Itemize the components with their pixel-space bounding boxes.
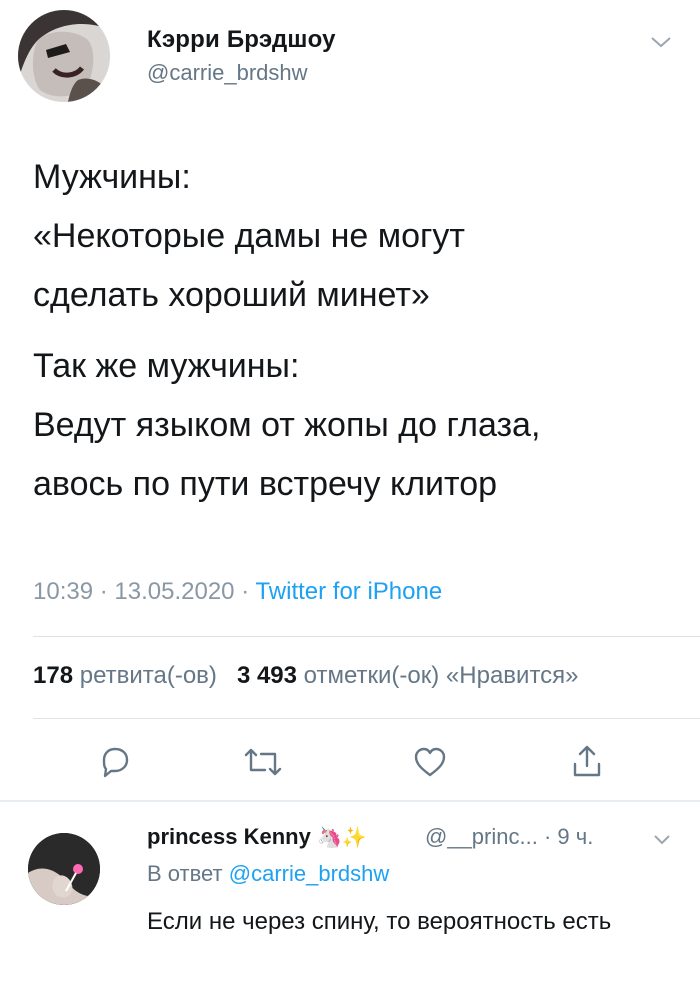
- tweet-line: Так же мужчины:: [33, 347, 300, 385]
- tweet-line: Ведут языком от жопы до глаза,: [33, 406, 541, 444]
- tweet-time: 10:39: [33, 578, 94, 605]
- meta-separator: ·: [241, 578, 256, 605]
- main-tweet: Кэрри Брэдшоу @carrie_brdshw Мужчины: «Н…: [0, 0, 700, 800]
- tweet-paragraph: Так же мужчины: Ведут языком от жопы до …: [33, 337, 673, 514]
- like-button[interactable]: [406, 738, 454, 786]
- author-handle[interactable]: @carrie_brdshw: [147, 60, 308, 86]
- tweet-line: сделать хороший минет»: [33, 276, 430, 314]
- chevron-down-icon[interactable]: [653, 834, 671, 846]
- retweet-icon: [244, 748, 282, 776]
- reply-avatar[interactable]: [28, 833, 100, 905]
- in-reply-to: В ответ @carrie_brdshw: [147, 861, 389, 887]
- tweet-meta: 10:39 · 13.05.2020 · Twitter for iPhone: [33, 578, 442, 606]
- meta-separator: ·: [543, 824, 558, 849]
- in-reply-label: В ответ: [147, 861, 223, 886]
- likes-count[interactable]: 3 493: [237, 662, 297, 689]
- reply-tweet[interactable]: princess Kenny 🦄✨ @__princ... · 9 ч. В о…: [0, 802, 700, 987]
- reply-author-handle[interactable]: @__princ...: [425, 824, 538, 849]
- retweets-label[interactable]: ретвита(-ов): [80, 662, 217, 689]
- reply-time: 9 ч.: [557, 824, 594, 849]
- share-button[interactable]: [563, 738, 611, 786]
- tweet-line: авось по пути встречу клитор: [33, 465, 498, 503]
- reply-author-name-text: princess Kenny: [147, 824, 311, 849]
- retweets-count[interactable]: 178: [33, 662, 73, 689]
- author-name[interactable]: Кэрри Брэдшоу: [147, 26, 336, 54]
- likes-label[interactable]: отметки(-ок) «Нравится»: [304, 662, 579, 689]
- reply-author-emoji: 🦄✨: [316, 827, 367, 849]
- author-avatar[interactable]: [18, 10, 110, 102]
- tweet-line: Мужчины:: [33, 158, 191, 196]
- tweet-line: «Некоторые дамы не могут: [33, 217, 465, 255]
- tweet-date: 13.05.2020: [114, 578, 235, 605]
- chevron-down-icon[interactable]: [650, 34, 672, 50]
- tweet-stats: 178 ретвита(-ов) 3 493 отметки(-ок) «Нра…: [33, 662, 579, 690]
- action-bar: [0, 738, 700, 788]
- meta-separator: ·: [99, 578, 115, 605]
- reply-button[interactable]: [91, 738, 139, 786]
- reply-icon: [102, 747, 129, 778]
- in-reply-handle-link[interactable]: @carrie_brdshw: [229, 861, 390, 886]
- tweet-source-link[interactable]: Twitter for iPhone: [255, 578, 442, 605]
- retweet-button[interactable]: [239, 738, 287, 786]
- tweet-text: Мужчины: «Некоторые дамы не могут сделат…: [33, 148, 673, 514]
- like-icon: [414, 747, 446, 777]
- tweet-paragraph: Мужчины: «Некоторые дамы не могут сделат…: [33, 148, 673, 325]
- divider: [33, 718, 700, 719]
- reply-author-name[interactable]: princess Kenny 🦄✨: [147, 824, 367, 850]
- reply-text: Если не через спину, то вероятность есть: [147, 908, 612, 935]
- reply-meta: @__princ... · 9 ч.: [425, 824, 593, 850]
- divider: [33, 636, 700, 637]
- share-icon: [573, 745, 601, 777]
